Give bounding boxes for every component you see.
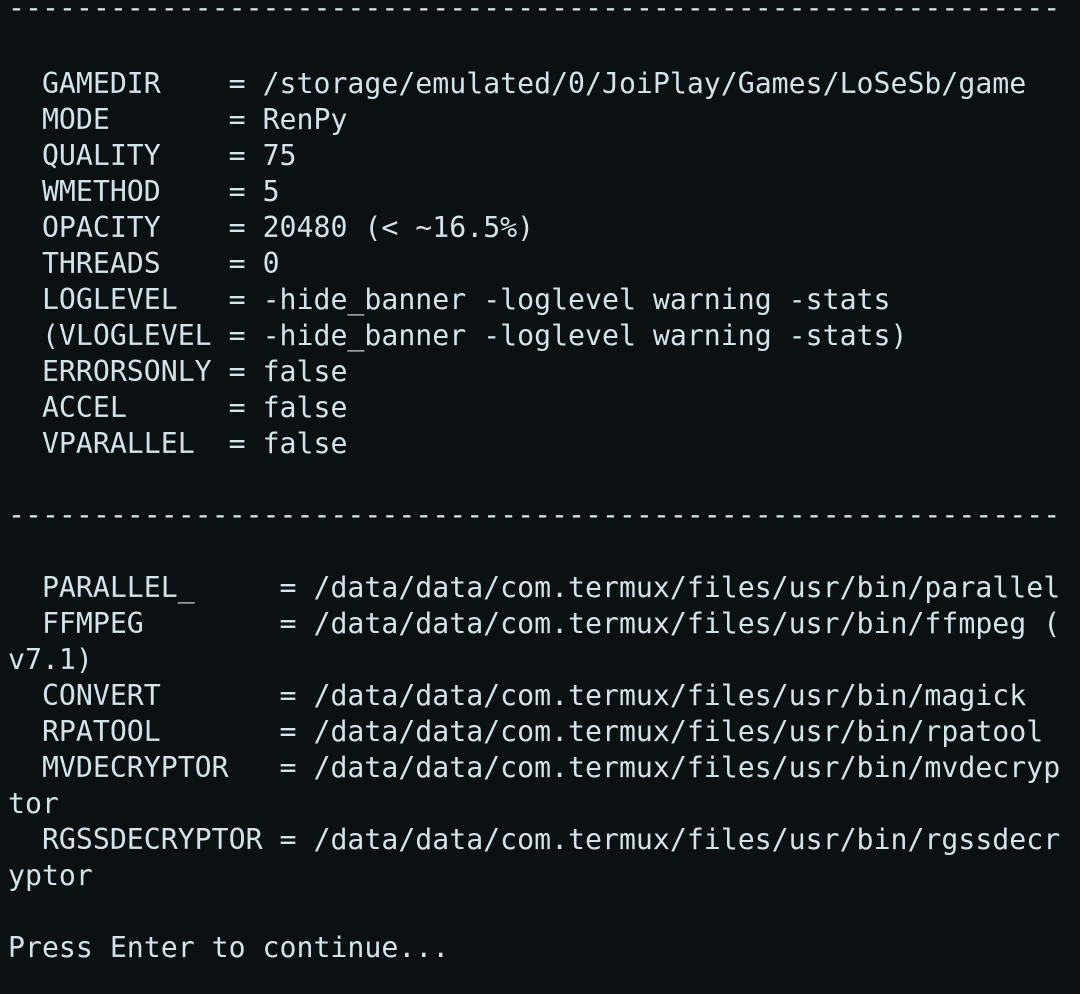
tool-row-mvdecryptor-wrap: tor — [8, 787, 59, 820]
config-value: 5 — [262, 175, 280, 208]
config-key: VPARALLEL — [8, 427, 229, 460]
tool-eq: = — [279, 751, 314, 784]
config-row-opacity: OPACITY = 20480 (< ~16.5%) — [8, 210, 534, 246]
config-key: ERRORSONLY — [8, 355, 229, 388]
config-row-accel: ACCEL = false — [8, 390, 348, 426]
tool-row-ffmpeg-wrap: v7.1) — [8, 643, 93, 676]
tool-row-rgssdecryptor: RGSSDECRYPTOR = /data/data/com.termux/fi… — [8, 822, 1060, 858]
config-eq: = — [228, 319, 263, 352]
config-value: false — [262, 355, 348, 388]
tool-eq: = — [279, 715, 314, 748]
tool-eq: = — [279, 823, 314, 856]
continue-prompt: Press Enter to continue... — [8, 931, 450, 964]
config-value: RenPy — [262, 103, 348, 136]
terminal-window[interactable]: ----------------------------------------… — [0, 0, 1080, 994]
config-key: WMETHOD — [8, 175, 229, 208]
config-eq: = — [228, 391, 263, 424]
tool-key: FFMPEG — [8, 607, 280, 640]
config-eq: = — [228, 211, 263, 244]
config-value: /storage/emulated/0/JoiPlay/Games/LoSeSb… — [262, 67, 1027, 100]
config-key: QUALITY — [8, 139, 229, 172]
tool-path: /data/data/com.termux/files/usr/bin/mvde… — [313, 751, 1061, 784]
tool-key: PARALLEL_ — [8, 571, 280, 604]
config-eq: = — [228, 139, 263, 172]
config-value: false — [262, 391, 348, 424]
tool-key: RGSSDECRYPTOR — [8, 823, 280, 856]
config-value: 20480 (< ~16.5%) — [262, 211, 535, 244]
config-value: -hide_banner -loglevel warning -stats — [262, 283, 891, 316]
tool-path: /data/data/com.termux/files/usr/bin/ffmp… — [313, 607, 1061, 640]
tool-eq: = — [279, 679, 314, 712]
tool-key: CONVERT — [8, 679, 280, 712]
tool-path: /data/data/com.termux/files/usr/bin/para… — [313, 571, 1061, 604]
tool-path: /data/data/com.termux/files/usr/bin/rpat… — [313, 715, 1044, 748]
config-row-wmethod: WMETHOD = 5 — [8, 174, 280, 210]
config-key: (VLOGLEVEL — [8, 319, 229, 352]
config-row-mode: MODE = RenPy — [8, 102, 348, 138]
config-eq: = — [228, 175, 263, 208]
tool-path: /data/data/com.termux/files/usr/bin/magi… — [313, 679, 1027, 712]
tool-row-mvdecryptor: MVDECRYPTOR = /data/data/com.termux/file… — [8, 750, 1060, 786]
tool-path: /data/data/com.termux/files/usr/bin/rgss… — [313, 823, 1061, 856]
config-key: ACCEL — [8, 391, 229, 424]
config-key: MODE — [8, 103, 229, 136]
tool-eq: = — [279, 607, 314, 640]
tool-row-parallel: PARALLEL_ = /data/data/com.termux/files/… — [8, 570, 1060, 606]
config-value: false — [262, 427, 348, 460]
config-row-errorsonly: ERRORSONLY = false — [8, 354, 348, 390]
tool-key: RPATOOL — [8, 715, 280, 748]
tool-row-rpatool: RPATOOL = /data/data/com.termux/files/us… — [8, 714, 1043, 750]
config-row-quality: QUALITY = 75 — [8, 138, 297, 174]
config-row-vloglevel: (VLOGLEVEL = -hide_banner -loglevel warn… — [8, 318, 908, 354]
separator-middle: ----------------------------------------… — [8, 498, 1061, 531]
config-key: GAMEDIR — [8, 67, 229, 100]
config-eq: = — [228, 427, 263, 460]
separator-top: ----------------------------------------… — [8, 0, 1061, 24]
config-eq: = — [228, 103, 263, 136]
config-row-loglevel: LOGLEVEL = -hide_banner -loglevel warnin… — [8, 282, 891, 318]
config-row-threads: THREADS = 0 — [8, 246, 280, 282]
config-value: 0 — [262, 247, 280, 280]
tool-row-ffmpeg: FFMPEG = /data/data/com.termux/files/usr… — [8, 606, 1060, 642]
config-key: OPACITY — [8, 211, 229, 244]
config-value: 75 — [262, 139, 297, 172]
config-key: LOGLEVEL — [8, 283, 229, 316]
tool-row-convert: CONVERT = /data/data/com.termux/files/us… — [8, 678, 1026, 714]
config-key: THREADS — [8, 247, 229, 280]
tool-eq: = — [279, 571, 314, 604]
config-row-gamedir: GAMEDIR = /storage/emulated/0/JoiPlay/Ga… — [8, 66, 1026, 102]
config-eq: = — [228, 247, 263, 280]
tool-key: MVDECRYPTOR — [8, 751, 280, 784]
config-value: -hide_banner -loglevel warning -stats) — [262, 319, 908, 352]
config-eq: = — [228, 67, 263, 100]
config-row-vparallel: VPARALLEL = false — [8, 426, 348, 462]
tool-row-rgssdecryptor-wrap: yptor — [8, 859, 93, 892]
config-eq: = — [228, 355, 263, 388]
config-eq: = — [228, 283, 263, 316]
